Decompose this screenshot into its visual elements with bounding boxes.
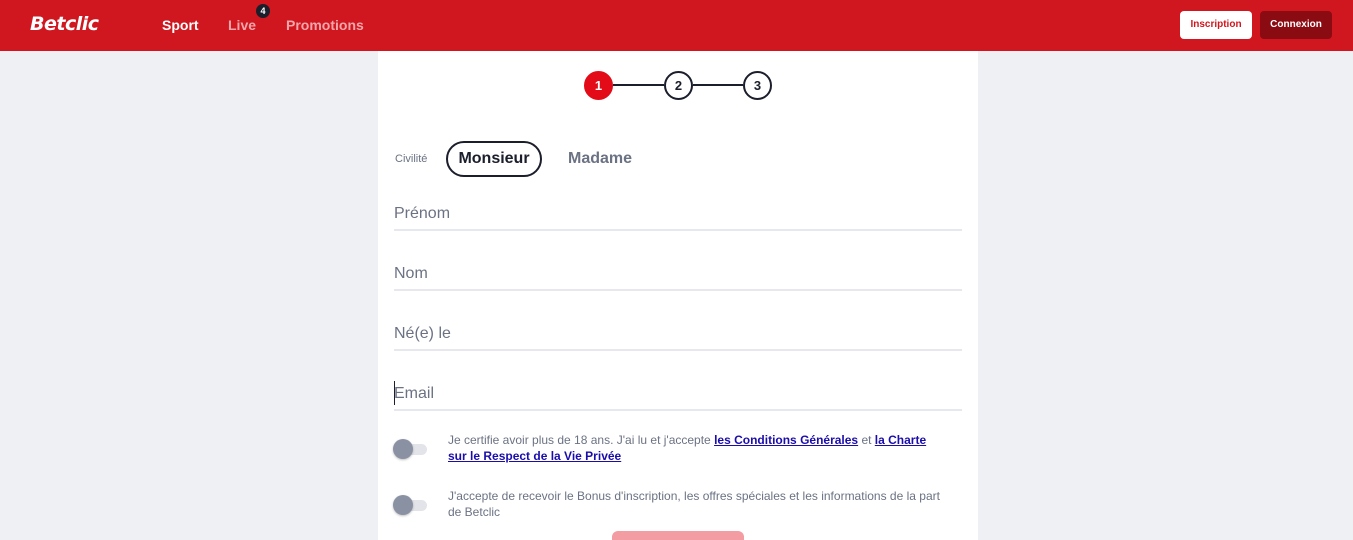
prenom-field — [394, 201, 962, 231]
step-3-indicator: 3 — [743, 71, 772, 100]
civility-madame-option[interactable]: Madame — [568, 150, 632, 168]
birthdate-input[interactable] — [394, 321, 962, 347]
step-connector — [613, 84, 664, 86]
step-1-indicator: 1 — [584, 71, 613, 100]
betclic-logo[interactable]: Betclic — [30, 13, 99, 35]
birthdate-field — [394, 321, 962, 351]
email-input[interactable] — [394, 381, 962, 407]
registration-panel: 1 2 3 Civilité Monsieur Madame Je certif… — [378, 51, 978, 540]
step-2-indicator: 2 — [664, 71, 693, 100]
bonus-consent-toggle[interactable] — [393, 495, 429, 515]
live-count-badge: 4 — [256, 4, 270, 18]
civility-label: Civilité — [395, 153, 428, 165]
nav-sport[interactable]: Sport — [162, 17, 199, 33]
terms-consent-text: Je certifie avoir plus de 18 ans. J'ai l… — [448, 432, 948, 464]
prenom-input[interactable] — [394, 201, 962, 227]
civility-monsieur-option[interactable]: Monsieur — [446, 141, 542, 177]
inscription-button[interactable]: Inscription — [1180, 11, 1252, 39]
terms-text-before: Je certifie avoir plus de 18 ans. J'ai l… — [448, 433, 715, 447]
conditions-generales-link[interactable]: les Conditions Générales — [714, 433, 858, 447]
terms-text-mid: et — [858, 433, 875, 447]
top-nav-bar: Betclic Sport Live 4 Promotions Inscript… — [0, 0, 1353, 51]
submit-button[interactable] — [612, 531, 744, 540]
text-cursor — [394, 381, 395, 405]
nav-live[interactable]: Live — [228, 17, 256, 33]
toggle-knob — [393, 439, 413, 459]
nom-field — [394, 261, 962, 291]
step-connector — [693, 84, 743, 86]
nav-promotions[interactable]: Promotions — [286, 17, 364, 33]
toggle-knob — [393, 495, 413, 515]
email-field — [394, 381, 962, 411]
nom-input[interactable] — [394, 261, 962, 287]
connexion-button[interactable]: Connexion — [1260, 11, 1332, 39]
terms-consent-toggle[interactable] — [393, 439, 429, 459]
bonus-consent-text: J'accepte de recevoir le Bonus d'inscrip… — [448, 489, 940, 519]
